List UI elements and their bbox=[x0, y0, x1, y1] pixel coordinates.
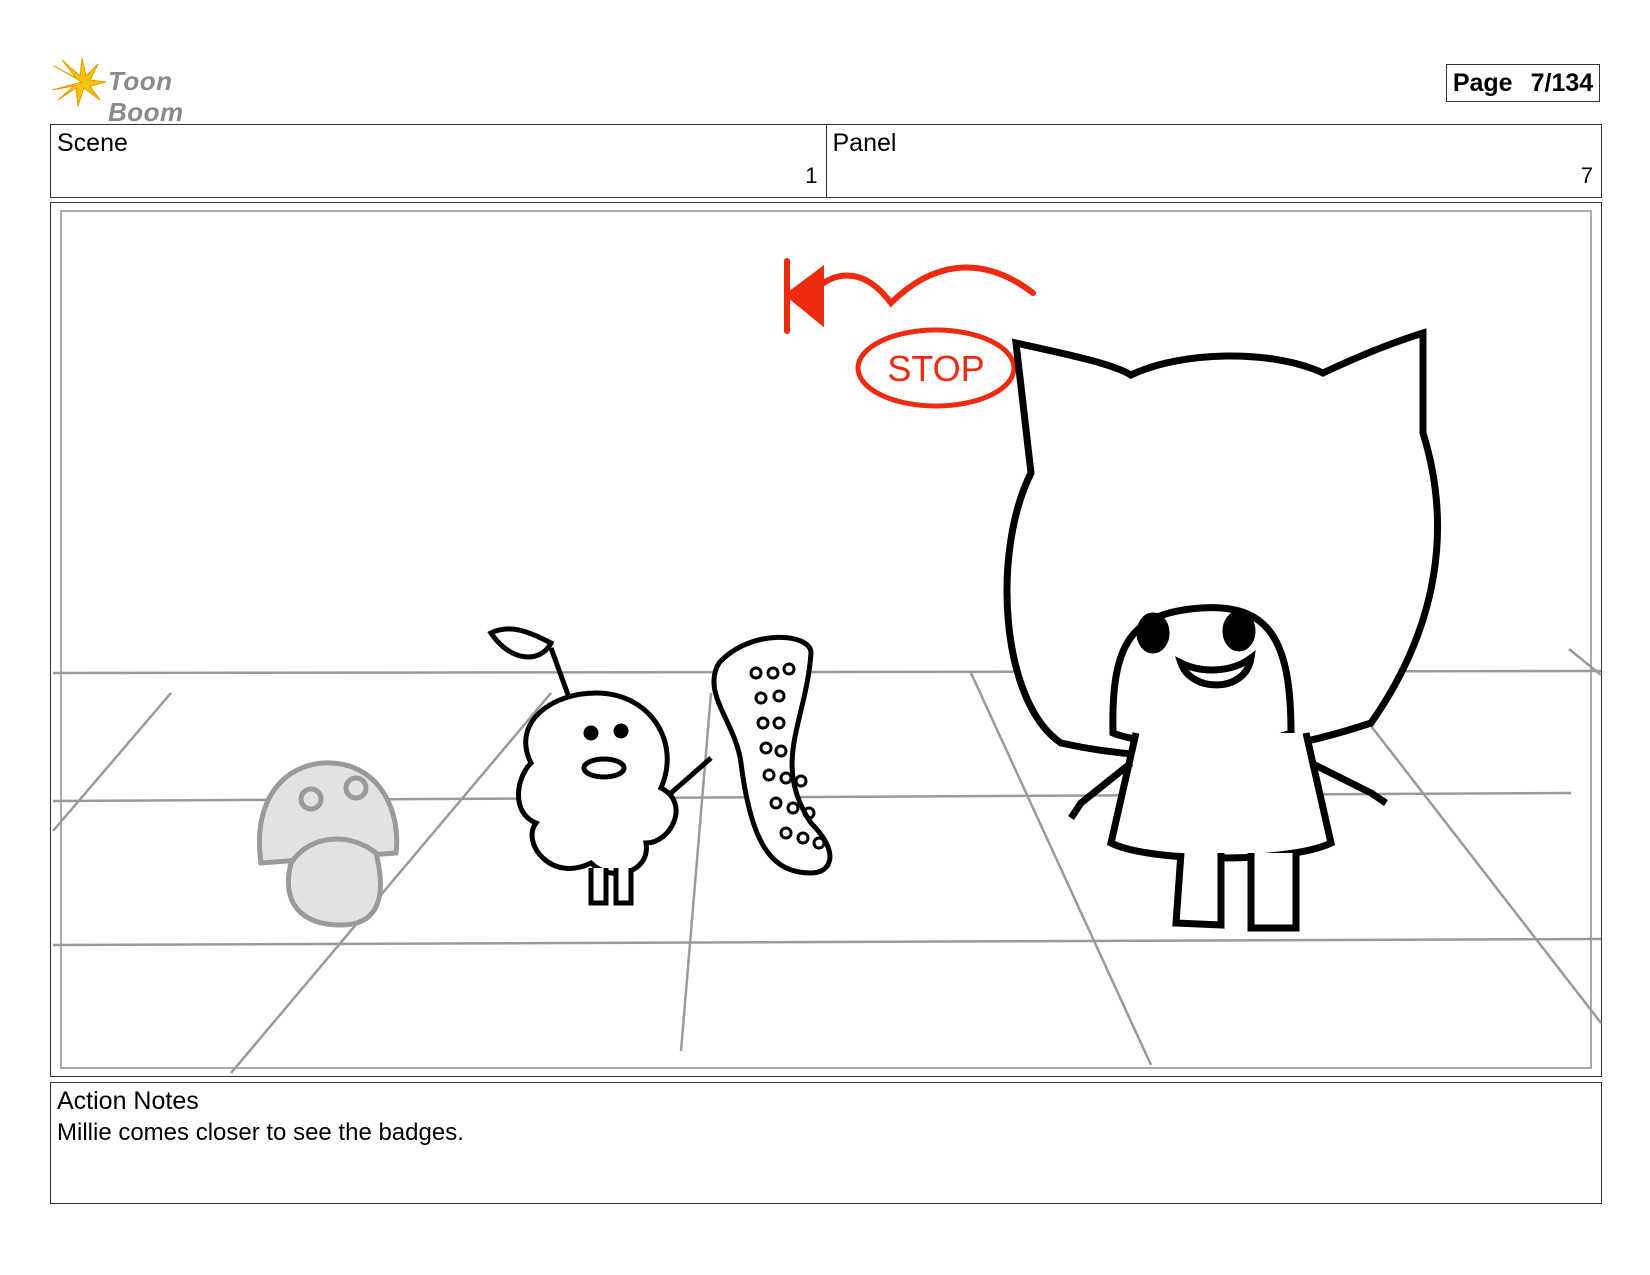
mushroom-drawing bbox=[257, 760, 400, 928]
page-indicator: Page 7/134 bbox=[1446, 64, 1600, 102]
scene-cell: Scene 1 bbox=[51, 125, 826, 197]
toon-boom-logo: Toon Boom bbox=[52, 56, 252, 127]
millie-drawing bbox=[1003, 328, 1442, 932]
scene-label: Scene bbox=[57, 129, 128, 157]
scene-number: 1 bbox=[805, 163, 818, 188]
panel-cell: Panel 7 bbox=[825, 125, 1602, 197]
storyboard-panel: STOP bbox=[50, 202, 1602, 1077]
panel-number: 7 bbox=[1580, 163, 1593, 188]
page-label: Page bbox=[1452, 68, 1513, 97]
action-notes-text: Millie comes closer to see the badges. bbox=[57, 1119, 464, 1146]
motion-arrow bbox=[784, 258, 1036, 334]
page-number: 7/134 bbox=[1530, 68, 1594, 97]
panel-drawing: STOP bbox=[52, 210, 1602, 1074]
stop-annotation: STOP bbox=[887, 348, 984, 389]
action-notes-label: Action Notes bbox=[57, 1087, 199, 1115]
scene-panel-row: Scene 1 Panel 7 bbox=[50, 124, 1602, 198]
logo-text: Toon Boom bbox=[108, 66, 184, 127]
action-notes: Action Notes Millie comes closer to see … bbox=[50, 1082, 1602, 1204]
gnome-drawing bbox=[487, 626, 713, 906]
starburst-icon bbox=[52, 57, 107, 107]
panel-label: Panel bbox=[832, 129, 897, 157]
